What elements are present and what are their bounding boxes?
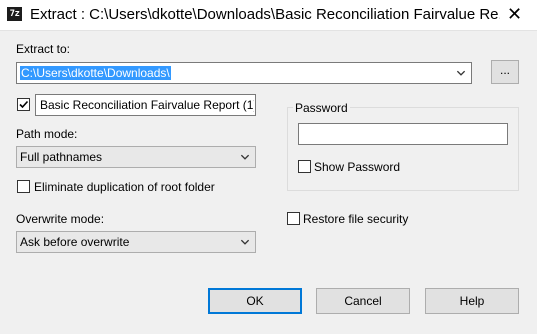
checkmark-icon: [19, 100, 29, 109]
restore-security-checkbox[interactable]: [287, 212, 300, 225]
folder-name-value: Basic Reconciliation Fairvalue Report (1…: [40, 98, 254, 112]
overwrite-mode-select[interactable]: Ask before overwrite: [16, 231, 256, 253]
extract-to-value: C:\Users\dkotte\Downloads\: [20, 66, 171, 80]
folder-name-field[interactable]: Basic Reconciliation Fairvalue Report (1…: [35, 94, 256, 116]
cancel-button[interactable]: Cancel: [316, 288, 410, 314]
password-field[interactable]: [298, 123, 508, 145]
path-mode-select[interactable]: Full pathnames: [16, 146, 256, 168]
extract-to-combobox[interactable]: C:\Users\dkotte\Downloads\: [16, 62, 472, 84]
chevron-down-icon: [240, 154, 250, 160]
eliminate-duplication-label: Eliminate duplication of root folder: [34, 180, 215, 194]
show-password-checkbox[interactable]: [298, 160, 311, 173]
window-title: Extract : C:\Users\dkotte\Downloads\Basi…: [30, 6, 500, 23]
chevron-down-icon: [456, 70, 466, 76]
path-mode-label: Path mode:: [16, 127, 78, 141]
overwrite-mode-value: Ask before overwrite: [20, 235, 130, 249]
password-group-label: Password: [293, 101, 350, 115]
title-bar: 7z Extract : C:\Users\dkotte\Downloads\B…: [0, 0, 537, 31]
help-button[interactable]: Help: [425, 288, 519, 314]
path-mode-value: Full pathnames: [20, 150, 103, 164]
close-window-button[interactable]: ✕: [492, 0, 537, 30]
overwrite-mode-label: Overwrite mode:: [16, 212, 105, 226]
browse-button[interactable]: ...: [491, 60, 519, 84]
extract-to-label: Extract to:: [16, 42, 71, 56]
folder-name-checkbox[interactable]: [17, 98, 30, 111]
show-password-label: Show Password: [314, 160, 401, 174]
restore-security-label: Restore file security: [303, 212, 409, 226]
chevron-down-icon: [240, 239, 250, 245]
eliminate-duplication-checkbox[interactable]: [17, 180, 30, 193]
close-icon: ✕: [506, 4, 523, 24]
ok-button[interactable]: OK: [208, 288, 302, 314]
7zip-app-icon: 7z: [7, 7, 22, 21]
password-group: [287, 107, 519, 191]
